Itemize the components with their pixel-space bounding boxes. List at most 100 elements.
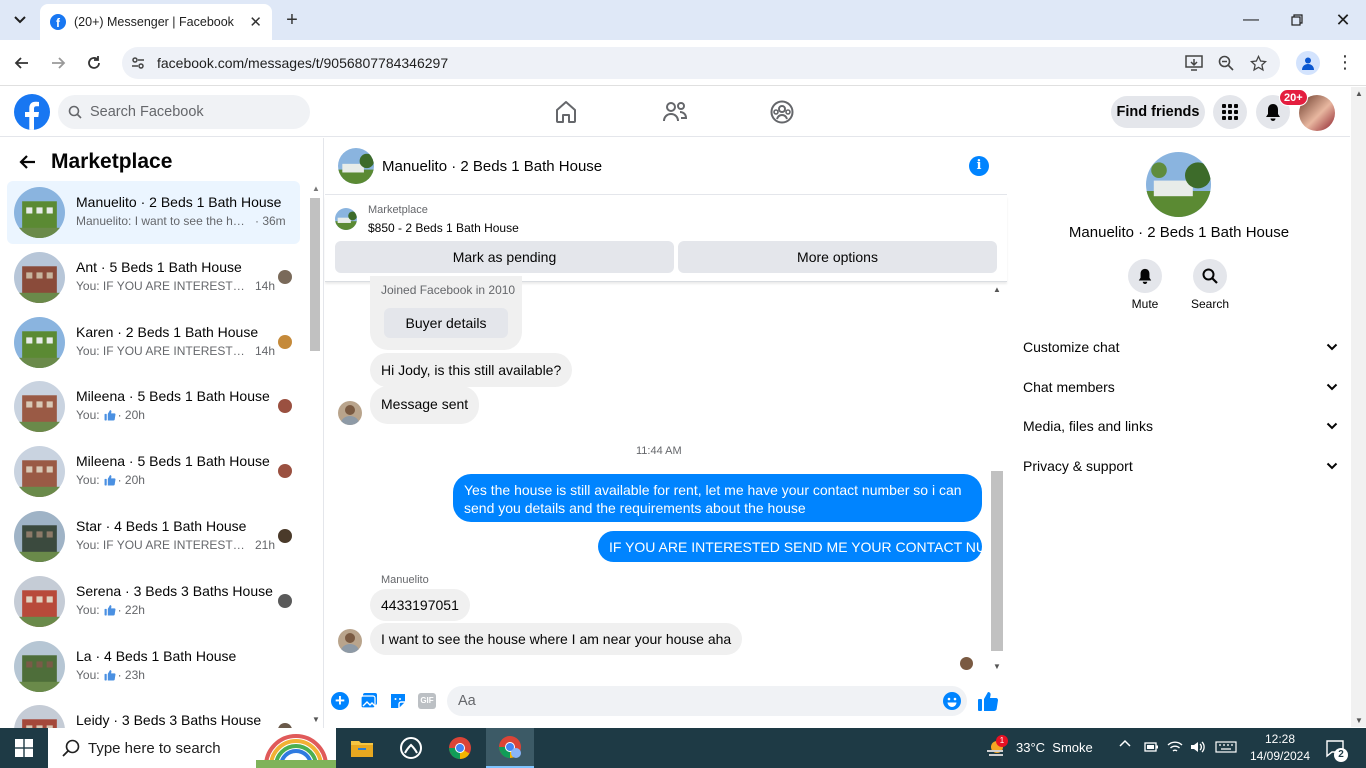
groups-icon[interactable] (769, 99, 795, 125)
emoji-icon[interactable] (942, 691, 962, 711)
new-tab-icon[interactable]: + (282, 10, 302, 30)
conversation-snippet: Manuelito: I want to see the hou... (76, 214, 251, 228)
message-bubble-incoming[interactable]: I want to see the house where I am near … (370, 623, 743, 655)
search-highlight-rainbow-icon (256, 730, 336, 768)
chrome-profile-active-icon[interactable] (486, 728, 534, 768)
windows-start-icon[interactable] (0, 728, 48, 768)
photo-attach-icon[interactable] (360, 692, 378, 710)
facebook-search-input[interactable]: Search Facebook (58, 95, 310, 129)
facebook-logo-icon[interactable] (14, 94, 50, 130)
file-explorer-icon[interactable] (338, 728, 386, 768)
clock-time[interactable]: 12:28 (1250, 732, 1310, 746)
conversation-item[interactable]: La · 4 Beds 1 Bath House You: · 23h (7, 635, 300, 698)
tab-close-icon[interactable]: ✕ (249, 13, 262, 31)
more-actions-plus-icon[interactable]: + (331, 692, 349, 710)
conversation-time: · 22h (117, 602, 145, 617)
message-bubble-incoming[interactable]: Message sent (370, 386, 480, 424)
chat-members-section[interactable]: Chat members (1023, 375, 1338, 399)
conversation-snippet: You: (76, 408, 100, 423)
sticker-icon[interactable] (389, 692, 407, 710)
install-app-icon[interactable] (1180, 49, 1208, 77)
volume-icon[interactable] (1190, 740, 1206, 754)
media-files-links-section[interactable]: Media, files and links (1023, 414, 1338, 438)
show-hidden-icons-icon[interactable] (1119, 738, 1131, 748)
conversation-list-scrollbar[interactable]: ▲ ▼ (309, 184, 321, 724)
back-icon[interactable] (8, 49, 36, 77)
xbox-app-icon[interactable] (387, 728, 435, 768)
listing-title[interactable]: $850 - 2 Beds 1 Bath House (368, 221, 519, 235)
conversation-avatar (14, 187, 65, 238)
message-input[interactable]: Aa (447, 686, 967, 716)
home-icon[interactable] (553, 99, 579, 125)
back-arrow-icon[interactable] (18, 152, 38, 172)
keyboard-icon[interactable] (1215, 741, 1237, 753)
page-scrollbar[interactable]: ▲ ▼ (1351, 87, 1366, 727)
conversation-item[interactable]: Mileena · 5 Beds 1 Bath House You: · 20h (7, 440, 300, 503)
search-in-conversation-icon[interactable] (1193, 259, 1227, 293)
taskbar-search-icon (62, 739, 80, 757)
zoom-icon[interactable] (1212, 49, 1240, 77)
seen-receipt-avatar (960, 657, 973, 670)
address-bar[interactable]: facebook.com/messages/t/9056807784346297 (122, 47, 1280, 79)
customize-chat-section[interactable]: Customize chat (1023, 335, 1338, 359)
conversation-snippet: You: (76, 473, 100, 488)
conversation-time: · 36m (255, 214, 286, 228)
message-bubble-outgoing[interactable]: IF YOU ARE INTERESTED SEND ME YOUR CONTA… (598, 531, 1026, 562)
message-bubble-incoming[interactable]: 4433197051 (370, 589, 470, 621)
chat-header-avatar[interactable] (338, 148, 374, 184)
conversation-item[interactable]: Mileena · 5 Beds 1 Bath House You: · 20h (7, 375, 300, 438)
conversation-name: Mileena · 5 Beds 1 Bath House (76, 388, 270, 405)
gif-icon[interactable]: GIF (418, 693, 436, 709)
section-label: Chat members (1023, 379, 1115, 395)
conversation-info-icon[interactable]: i (969, 156, 989, 176)
wifi-icon[interactable] (1167, 740, 1183, 754)
chat-scrollbar[interactable]: ▲ ▼ (990, 283, 1004, 673)
chevron-down-icon (1326, 343, 1338, 351)
mark-as-pending-button[interactable]: Mark as pending (335, 241, 674, 273)
conversation-item[interactable]: Ant · 5 Beds 1 Bath House You: IF YOU ARE… (7, 246, 300, 309)
profile-avatar-large[interactable] (1146, 152, 1211, 217)
facebook-favicon-icon: f (50, 14, 66, 30)
bookmark-star-icon[interactable] (1244, 49, 1272, 77)
message-bubble-outgoing[interactable]: Yes the house is still available for ren… (453, 474, 982, 522)
weather-alert-badge: 1 (996, 735, 1008, 747)
mute-bell-icon[interactable] (1128, 259, 1162, 293)
chevron-down-icon (1326, 462, 1338, 470)
reload-icon[interactable] (80, 49, 108, 77)
conversation-item[interactable]: Karen · 2 Beds 1 Bath House You: IF YOU A… (7, 311, 300, 374)
conversation-snippet: You: IF YOU ARE INTERESTED S... (76, 343, 251, 358)
more-options-button[interactable]: More options (678, 241, 997, 273)
profile-icon[interactable] (1296, 51, 1320, 75)
battery-icon[interactable] (1143, 740, 1159, 754)
buyer-details-button[interactable]: Buyer details (384, 308, 508, 338)
listing-thumbnail[interactable] (335, 208, 357, 230)
participant-mini-avatar (278, 464, 292, 479)
conversation-snippet: You: (76, 602, 100, 617)
listing-source-label: Marketplace (368, 204, 428, 216)
browser-tab[interactable]: f (20+) Messenger | Facebook ✕ (40, 4, 272, 40)
tab-search-chevron-icon[interactable] (8, 8, 32, 32)
section-label: Media, files and links (1023, 418, 1153, 434)
conversation-name: Mileena · 5 Beds 1 Bath House (76, 453, 270, 470)
maximize-icon[interactable] (1282, 8, 1312, 32)
privacy-support-section[interactable]: Privacy & support (1023, 454, 1338, 478)
like-thumb-icon[interactable] (977, 690, 999, 712)
close-window-icon[interactable]: ✕ (1328, 8, 1358, 32)
minimize-icon[interactable]: — (1236, 8, 1266, 32)
conversation-item[interactable]: Manuelito · 2 Beds 1 Bath House Manuelito… (7, 181, 300, 244)
find-friends-button[interactable]: Find friends (1111, 96, 1205, 128)
forward-icon[interactable] (44, 49, 72, 77)
weather-text[interactable]: 33°C Smoke (1016, 740, 1093, 755)
clock-date[interactable]: 14/09/2024 (1244, 749, 1316, 763)
chat-header-title[interactable]: Manuelito · 2 Beds 1 Bath House (382, 158, 602, 175)
conversation-snippet: You: (76, 667, 100, 682)
conversation-time: 14h (255, 343, 276, 358)
menu-grid-icon[interactable] (1213, 95, 1247, 129)
browser-menu-icon[interactable]: ⋮ (1336, 53, 1354, 73)
site-info-icon[interactable] (130, 55, 146, 71)
message-bubble-incoming[interactable]: Hi Jody, is this still available? (370, 353, 573, 387)
chrome-icon[interactable] (436, 728, 484, 768)
conversation-item[interactable]: Star · 4 Beds 1 Bath House You: IF YOU AR… (7, 505, 300, 568)
conversation-item[interactable]: Serena · 3 Beds 3 Baths House You: · 22h (7, 570, 300, 633)
friends-icon[interactable] (661, 99, 689, 125)
